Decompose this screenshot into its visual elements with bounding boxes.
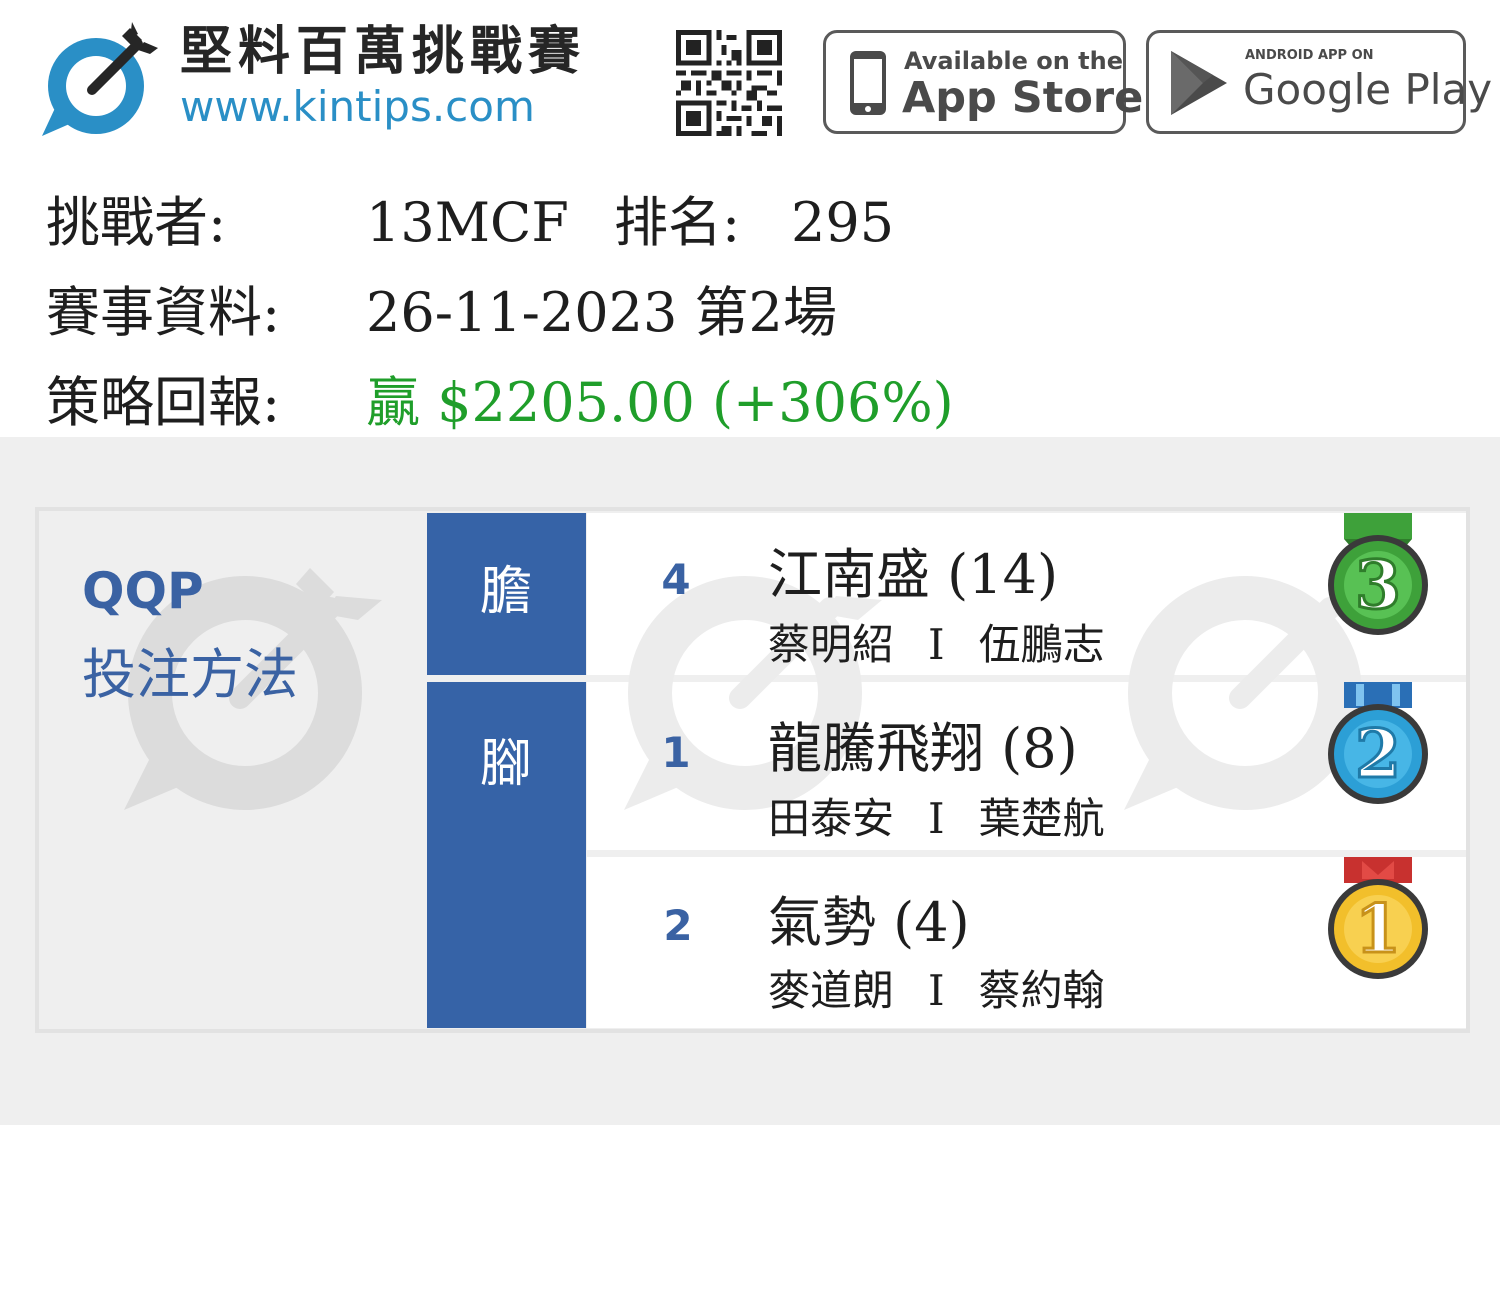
gold-medal-icon: 1 (1328, 857, 1428, 979)
race-info-label: 賽事資料: (46, 281, 281, 344)
rank-value: 295 (791, 191, 895, 254)
app-store-label: App Store (902, 73, 1144, 123)
legs-label: 腳 (480, 734, 533, 794)
horse-name: 氣勢 (4) (768, 891, 970, 954)
google-play-label: Google Play (1243, 65, 1493, 114)
trainer-name: 蔡約翰 (978, 966, 1105, 1015)
challenger-value: 13MCF (366, 191, 569, 254)
strategy-row: 策略回報: 贏 $2205.00 (+306%) (46, 371, 954, 434)
separator: I (928, 620, 945, 669)
trainer-name: 葉楚航 (978, 794, 1105, 843)
jockey-name: 田泰安 (768, 794, 895, 843)
jockey-name: 蔡明紹 (768, 620, 895, 669)
bet-method-label: 投注方法 (82, 643, 298, 706)
challenger-label: 挑戰者: (46, 191, 227, 254)
strategy-return-value: 贏 $2205.00 (+306%) (366, 371, 954, 434)
app-store-small-label: Available on the (904, 47, 1124, 75)
separator: I (928, 966, 945, 1015)
banker-label: 膽 (480, 562, 533, 622)
brand-url-link[interactable]: www.kintips.com (180, 86, 535, 128)
jockey-name: 麥道朗 (768, 966, 895, 1015)
race-info-row: 賽事資料: 26-11-2023 第2場 (46, 281, 837, 344)
medal-number: 2 (1355, 715, 1401, 793)
jockey-trainer: 田泰安 I 葉楚航 (768, 798, 1105, 840)
phone-icon (850, 51, 886, 115)
race-info-value: 26-11-2023 第2場 (366, 281, 837, 344)
google-play-button[interactable]: ANDROID APP ON Google Play (1146, 30, 1492, 134)
entry-number: 4 (661, 555, 691, 604)
entry-number: 2 (663, 901, 693, 950)
kintips-logo-icon[interactable] (38, 18, 163, 143)
qr-code-icon (676, 30, 782, 136)
jockey-trainer: 蔡明紹 I 伍鵬志 (768, 624, 1105, 666)
medal-number: 1 (1355, 890, 1401, 968)
app-store-button[interactable]: Available on the App Store (823, 30, 1143, 134)
google-play-small-label: ANDROID APP ON (1245, 48, 1374, 63)
play-icon (1171, 51, 1227, 115)
horse-name: 江南盛 (14) (768, 543, 1059, 606)
trainer-name: 伍鵬志 (978, 620, 1105, 669)
bronze-medal-icon: 3 (1328, 513, 1428, 635)
entry-number: 1 (661, 728, 691, 777)
strategy-label: 策略回報: (46, 371, 281, 434)
separator: I (928, 794, 945, 843)
brand-title: 堅料百萬挑戰賽 (180, 22, 587, 82)
horse-name: 龍騰飛翔 (8) (768, 717, 1078, 780)
bet-type: QQP (82, 562, 204, 620)
medal-number: 3 (1355, 546, 1401, 624)
jockey-trainer: 麥道朗 I 蔡約翰 (768, 970, 1105, 1012)
rank-label: 排名: (614, 191, 741, 254)
silver-medal-icon: 2 (1328, 682, 1428, 804)
challenger-row: 挑戰者: 13MCF 排名: 295 (46, 191, 894, 254)
